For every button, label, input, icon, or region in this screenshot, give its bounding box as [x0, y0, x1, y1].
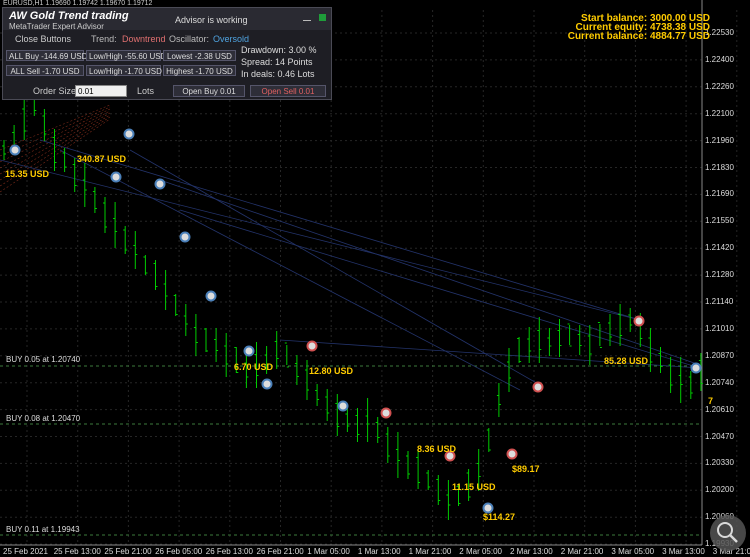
oscillator-value: Oversold — [213, 34, 250, 44]
order-line-label: BUY 0.05 at 1.20740 — [6, 355, 81, 364]
date-tick-label: 25 Feb 2021 — [3, 547, 48, 556]
profit-label: $114.27 — [483, 512, 516, 522]
order-line-label: BUY 0.11 at 1.19943 — [6, 525, 80, 534]
date-tick-label: 25 Feb 21:00 — [104, 547, 152, 556]
status-led-icon — [319, 14, 326, 21]
price-tick-label: 1.21280 — [705, 270, 734, 280]
minimize-icon[interactable] — [303, 12, 311, 21]
price-tick-label: 1.20740 — [705, 377, 734, 387]
open-buy-button[interactable]: Open Buy 0.01 — [173, 85, 245, 97]
close-buttons-label: Close Buttons — [15, 34, 72, 44]
symbol-info: EURUSD,H1 1.19690 1.19742 1.19670 1.1971… — [3, 0, 153, 7]
profit-label: 15.35 USD — [5, 169, 50, 179]
price-tick-label: 1.20330 — [705, 458, 734, 468]
price-tick-label: 1.22260 — [705, 81, 734, 91]
price-tick-label: 1.21420 — [705, 243, 734, 253]
price-tick-label: 1.20870 — [705, 350, 734, 360]
profit-label: $89.17 — [512, 464, 540, 474]
close-lowest-button[interactable]: Lowest -2.38 USD — [163, 50, 236, 61]
date-tick-label: 2 Mar 13:00 — [510, 547, 553, 556]
close-all-sell-button[interactable]: ALL Sell -1.70 USD — [6, 65, 84, 76]
profit-label: 85.28 USD — [604, 356, 649, 366]
order-size-label: Order Size — [33, 86, 77, 96]
spread-text: Spread: 14 Points — [241, 57, 313, 67]
date-tick-label: 3 Mar 05:00 — [611, 547, 655, 556]
price-tick-label: 1.20470 — [705, 431, 734, 441]
price-tick-label: 1.21690 — [705, 189, 734, 199]
advisor-status: Advisor is working — [175, 15, 248, 25]
date-tick-label: 1 Mar 05:00 — [307, 547, 350, 556]
date-tick-label: 26 Feb 13:00 — [205, 547, 253, 556]
price-tick-label: 1.22400 — [705, 54, 734, 64]
expert-advisor-panel: AW Gold Trend trading MetaTrader Expert … — [2, 7, 332, 100]
oscillator-label: Oscillator: — [169, 34, 210, 44]
close-low-high-sell-button[interactable]: Low/High -1.70 USD — [86, 65, 162, 76]
date-tick-label: 26 Feb 21:00 — [256, 547, 304, 556]
profit-label: 6.70 USD — [234, 362, 274, 372]
order-size-input[interactable]: 0.01 — [75, 85, 127, 97]
lots-label: Lots — [137, 86, 155, 96]
close-highest-button[interactable]: Highest -1.70 USD — [163, 65, 236, 76]
price-tick-label: 1.21010 — [705, 323, 734, 333]
current-balance: Current balance: 4884.77 USD — [567, 31, 710, 42]
in-deals-text: In deals: 0.46 Lots — [241, 69, 315, 79]
drawdown-text: Drawdown: 3.00 % — [241, 45, 317, 55]
price-tick-label: 1.21550 — [705, 216, 734, 226]
price-tick-label: 1.21830 — [705, 162, 734, 172]
profit-label: 8.36 USD — [417, 444, 457, 454]
profit-label: 340.87 USD — [77, 154, 127, 164]
price-tick-label: 1.22100 — [705, 108, 734, 118]
date-tick-label: 25 Feb 13:00 — [53, 547, 101, 556]
profit-label: 11.15 USD — [452, 482, 496, 492]
trend-value: Downtrend — [122, 34, 166, 44]
order-line-label: BUY 0.08 at 1.20470 — [6, 414, 81, 423]
profit-label: 12.80 USD — [309, 366, 354, 376]
close-all-buy-button[interactable]: ALL Buy -144.69 USD — [6, 50, 87, 61]
open-sell-button[interactable]: Open Sell 0.01 — [250, 85, 326, 97]
date-tick-label: 1 Mar 13:00 — [357, 547, 401, 556]
date-tick-label: 3 Mar 13:00 — [662, 547, 705, 556]
close-low-high-buy-button[interactable]: Low/High -55.60 USD — [86, 50, 166, 61]
panel-subtitle: MetaTrader Expert Advisor — [9, 22, 104, 31]
price-tick-label: 1.21140 — [705, 297, 734, 306]
date-tick-label: 1 Mar 21:00 — [408, 547, 452, 556]
date-tick-label: 26 Feb 05:00 — [155, 547, 203, 556]
trend-label: Trend: — [91, 34, 117, 44]
price-tick-label: 1.20200 — [705, 485, 734, 495]
price-tick-label: 1.21960 — [705, 135, 734, 145]
panel-brand: AW Gold Trend trading — [9, 10, 129, 22]
zoom-icon[interactable] — [710, 515, 746, 551]
date-tick-label: 2 Mar 21:00 — [560, 547, 604, 556]
profit-label: 7 — [708, 396, 714, 406]
date-tick-label: 2 Mar 05:00 — [459, 547, 502, 556]
